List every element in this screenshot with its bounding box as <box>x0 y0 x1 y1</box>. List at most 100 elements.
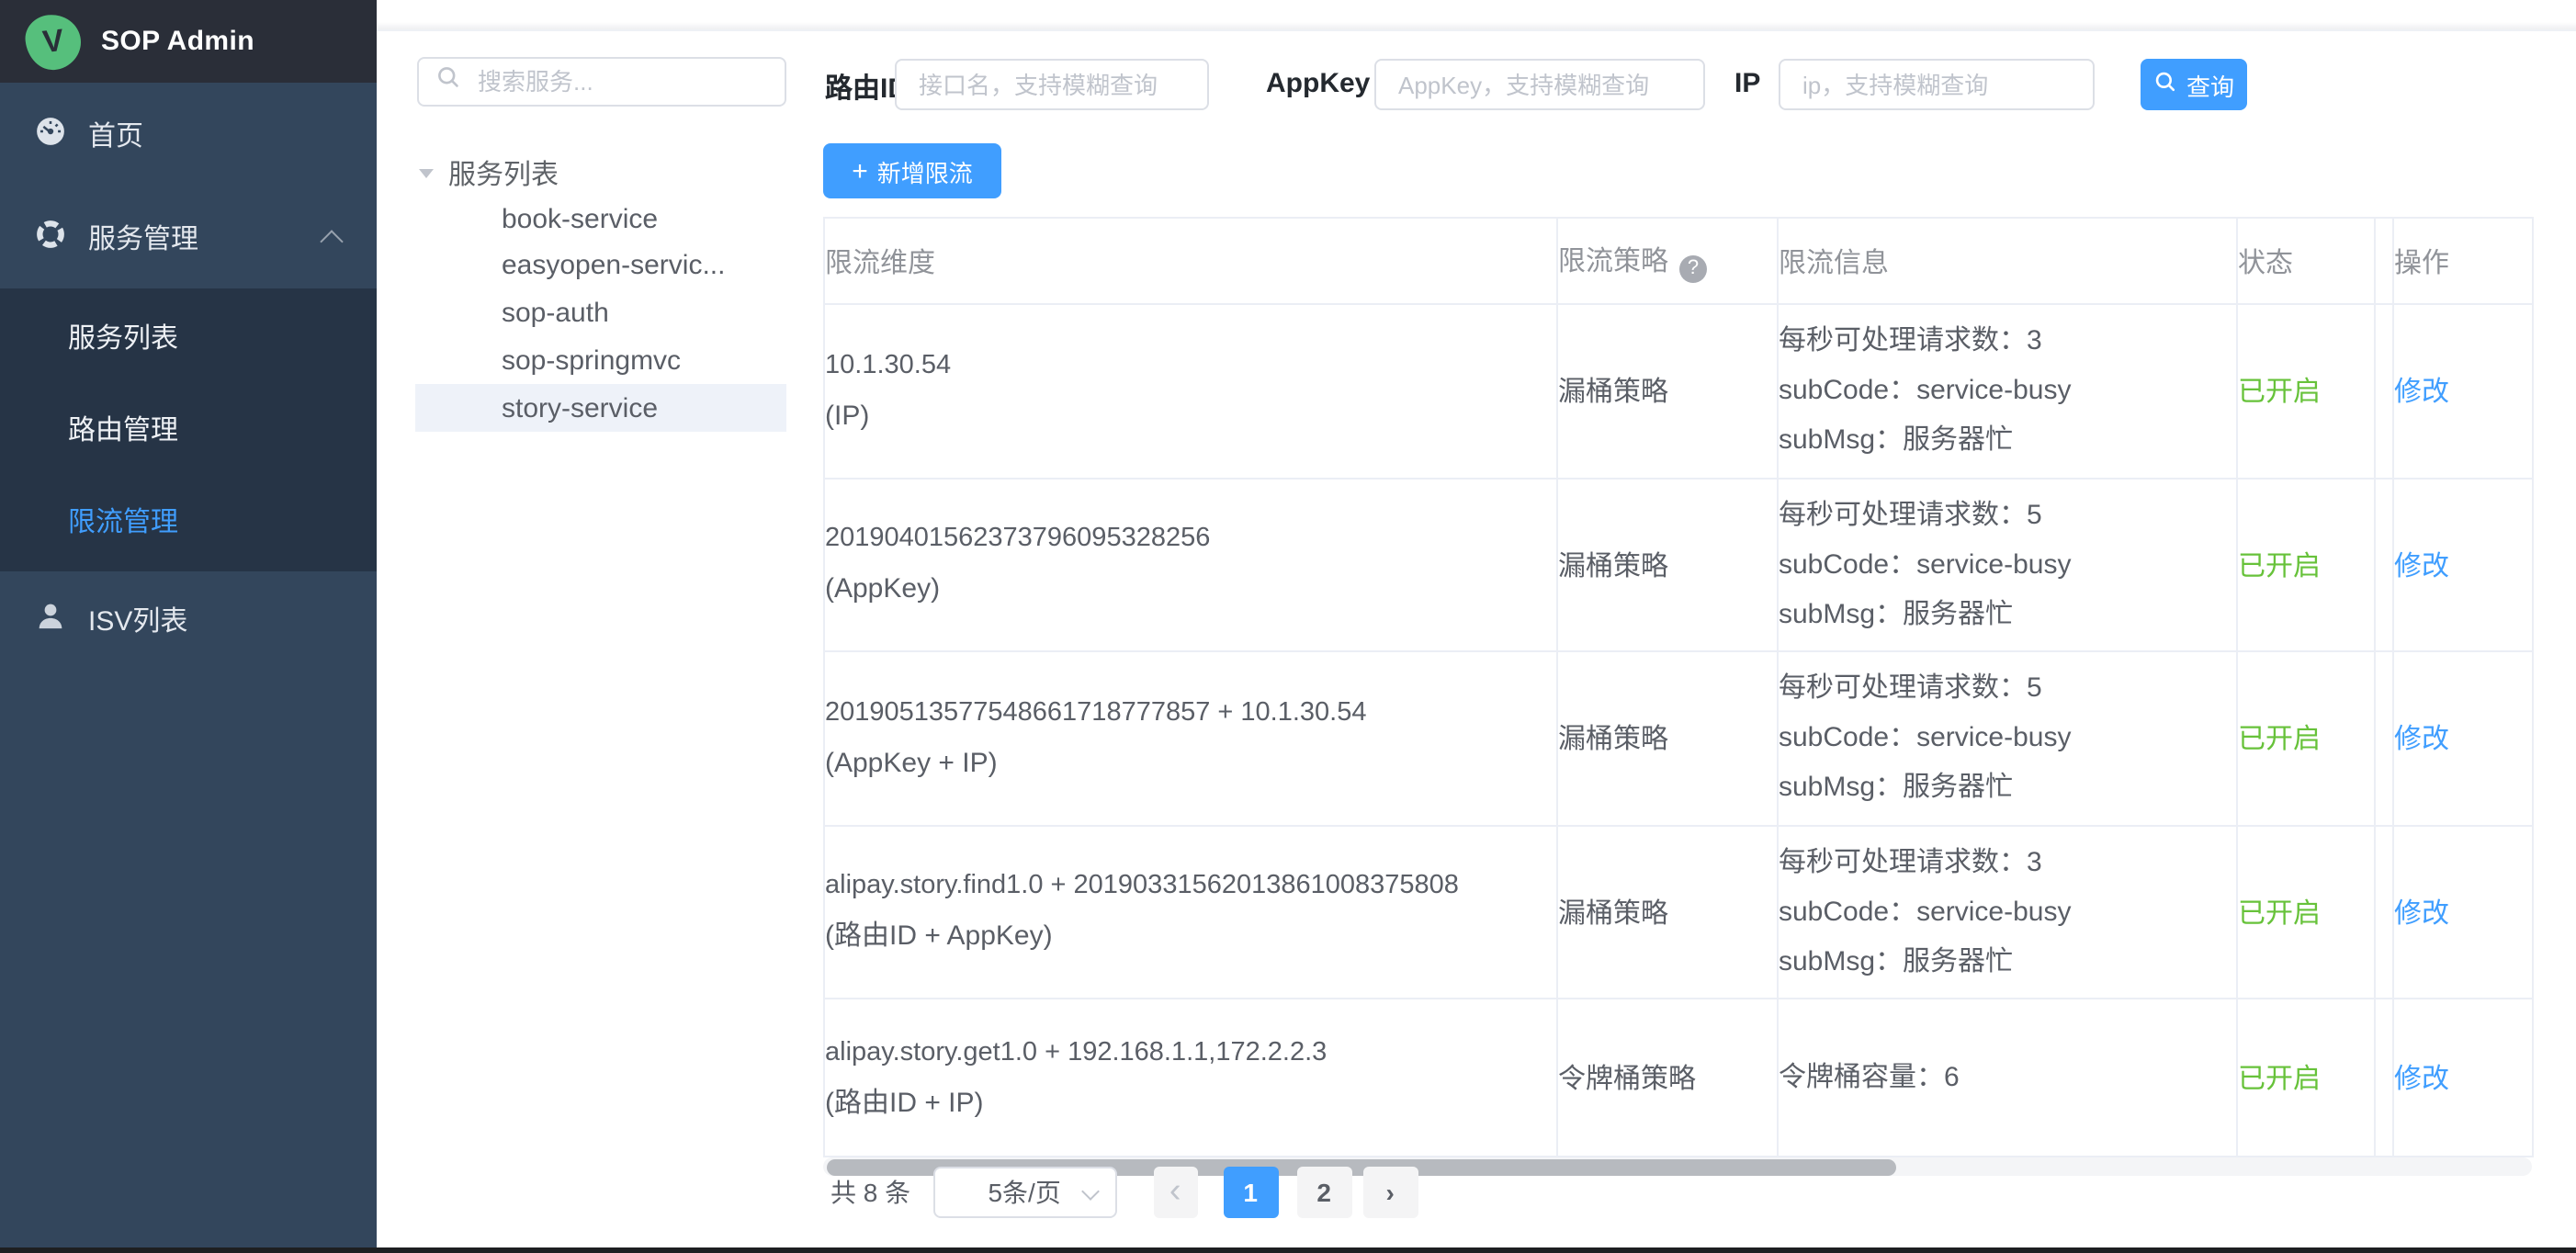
tree-node-sop-springmvc[interactable]: sop-springmvc <box>415 336 786 384</box>
plus-icon: + <box>852 155 868 186</box>
edit-link[interactable]: 修改 <box>2394 551 2449 582</box>
cell-status: 已开启 <box>2237 825 2375 999</box>
question-icon[interactable]: ? <box>1679 254 1707 282</box>
status-badge: 已开启 <box>2238 551 2321 582</box>
ip-label: IP <box>1734 68 1760 99</box>
cell-dimension: alipay.story.get1.0 + 192.168.1.1,172.2.… <box>824 999 1557 1157</box>
pagination: 共 8 条 5条/页 ‹ 1 2 › <box>830 1167 1418 1218</box>
sidebar-item-label: ISV列表 <box>88 601 187 639</box>
app-window: V SOP Admin 首页 服务管理 服务列表 <box>0 0 2576 1253</box>
appkey-label: AppKey <box>1266 68 1370 99</box>
edit-link[interactable]: 修改 <box>2394 1064 2449 1095</box>
next-page-button[interactable]: › <box>1362 1167 1418 1218</box>
cell-strategy: 令牌桶策略 <box>1557 999 1778 1157</box>
table-row: 20190513577548661718777857 + 10.1.30.54 … <box>824 651 2533 825</box>
add-rate-limit-label: 新增限流 <box>877 153 973 188</box>
sidebar-item-home[interactable]: 首页 <box>0 83 377 186</box>
sidebar-item-isv-list[interactable]: ISV列表 <box>0 571 377 669</box>
tree-node-label: book-service <box>502 203 658 234</box>
edit-link[interactable]: 修改 <box>2394 378 2449 409</box>
tree-node-story-service[interactable]: story-service <box>415 384 786 432</box>
dimension-text: alipay.story.find1.0 + 20190331562013861… <box>825 863 1556 912</box>
header-action: 操作 <box>2393 218 2533 304</box>
sidebar-subitem-label: 路由管理 <box>68 409 178 447</box>
dimension-type-text: (路由ID + AppKey) <box>825 912 1556 962</box>
cell-action: 修改 <box>2393 478 2533 651</box>
cell-info: 每秒可处理请求数：5subCode：service-busysubMsg：服务器… <box>1778 651 2237 825</box>
pagination-total: 共 8 条 <box>830 1174 910 1211</box>
cell-action: 修改 <box>2393 999 2533 1157</box>
sidebar-submenu: 服务列表 路由管理 限流管理 <box>0 288 377 571</box>
tree-root-service-list[interactable]: 服务列表 <box>419 149 559 197</box>
dimension-type-text: (IP) <box>825 391 1556 441</box>
tree-node-easyopen-service[interactable]: easyopen-servic... <box>415 241 786 288</box>
tree-node-sop-auth[interactable]: sop-auth <box>415 288 786 336</box>
table-row: alipay.story.get1.0 + 192.168.1.1,172.2.… <box>824 999 2533 1157</box>
cell-scrollbar-gutter <box>2375 825 2393 999</box>
sidebar-subitem-label: 服务列表 <box>68 317 178 356</box>
ip-input[interactable] <box>1779 59 2095 110</box>
service-search-box <box>417 57 786 107</box>
dimension-type-text: (路由ID + IP) <box>825 1078 1556 1127</box>
table-header-row: 限流维度 限流策略? 限流信息 状态 操作 <box>824 218 2533 304</box>
search-icon <box>2153 70 2177 99</box>
rate-limit-info-line: 令牌桶容量：6 <box>1779 1053 2236 1102</box>
appkey-input[interactable] <box>1374 59 1705 110</box>
prev-page-button[interactable]: ‹ <box>1153 1167 1197 1218</box>
header-strategy: 限流策略? <box>1557 218 1778 304</box>
edit-link[interactable]: 修改 <box>2394 725 2449 756</box>
sidebar-item-rate-limit-management[interactable]: 限流管理 <box>0 474 377 566</box>
status-badge: 已开启 <box>2238 898 2321 930</box>
navbar-bottom-shadow <box>377 22 2576 31</box>
rate-limit-info-line: subCode：service-busy <box>1779 714 2236 763</box>
sidebar-item-service-management[interactable]: 服务管理 <box>0 186 377 288</box>
dimension-type-text: (AppKey + IP) <box>825 739 1556 788</box>
cell-info: 每秒可处理请求数：3subCode：service-busysubMsg：服务器… <box>1778 304 2237 478</box>
sidebar: V SOP Admin 首页 服务管理 服务列表 <box>0 0 377 1253</box>
search-button[interactable]: 查询 <box>2141 59 2247 110</box>
app-logo: V <box>23 11 84 72</box>
dimension-text: 20190513577548661718777857 + 10.1.30.54 <box>825 689 1556 739</box>
dimension-text: 10.1.30.54 <box>825 342 1556 391</box>
service-search-input[interactable] <box>474 66 805 97</box>
cell-info: 令牌桶容量：6 <box>1778 999 2237 1157</box>
rate-limit-info-line: 每秒可处理请求数：3 <box>1779 317 2236 367</box>
status-badge: 已开启 <box>2238 725 2321 756</box>
tree-node-label: easyopen-servic... <box>502 249 725 280</box>
rate-limit-info-line: 每秒可处理请求数：5 <box>1779 491 2236 540</box>
cell-dimension: alipay.story.find1.0 + 20190331562013861… <box>824 825 1557 999</box>
sidebar-item-service-list[interactable]: 服务列表 <box>0 290 377 382</box>
page-size-select[interactable]: 5条/页 <box>932 1167 1116 1218</box>
cell-strategy: 漏桶策略 <box>1557 651 1778 825</box>
rate-limit-info-line: subCode：service-busy <box>1779 540 2236 590</box>
status-badge: 已开启 <box>2238 378 2321 409</box>
cell-scrollbar-gutter <box>2375 304 2393 478</box>
page-size-value: 5条/页 <box>988 1174 1060 1211</box>
dashboard-icon <box>35 115 66 153</box>
cell-info: 每秒可处理请求数：3subCode：service-busysubMsg：服务器… <box>1778 825 2237 999</box>
table-row: 20190401562373796095328256 (AppKey) 漏桶策略… <box>824 478 2533 651</box>
user-icon <box>35 601 66 639</box>
app-logo-letter: V <box>41 22 66 61</box>
search-button-label: 查询 <box>2186 67 2234 102</box>
add-rate-limit-button[interactable]: + 新增限流 <box>823 143 1001 198</box>
edit-link[interactable]: 修改 <box>2394 898 2449 930</box>
table-row: 10.1.30.54 (IP) 漏桶策略 每秒可处理请求数：3subCode：s… <box>824 304 2533 478</box>
dimension-text: alipay.story.get1.0 + 192.168.1.1,172.2.… <box>825 1028 1556 1078</box>
cell-action: 修改 <box>2393 304 2533 478</box>
header-scrollbar-gutter <box>2375 218 2393 304</box>
sidebar-item-label: 首页 <box>88 115 143 153</box>
cell-action: 修改 <box>2393 651 2533 825</box>
route-id-input[interactable] <box>895 59 1209 110</box>
header-info: 限流信息 <box>1778 218 2237 304</box>
search-icon <box>435 64 461 99</box>
rate-limit-info-line: subMsg：服务器忙 <box>1779 590 2236 639</box>
sidebar-item-route-management[interactable]: 路由管理 <box>0 382 377 474</box>
page-button-1[interactable]: 1 <box>1223 1167 1278 1218</box>
chevron-down-icon <box>1080 1182 1099 1201</box>
page-button-2[interactable]: 2 <box>1296 1167 1351 1218</box>
cell-status: 已开启 <box>2237 478 2375 651</box>
tree-node-book-service[interactable]: book-service <box>415 195 786 243</box>
cell-info: 每秒可处理请求数：5subCode：service-busysubMsg：服务器… <box>1778 478 2237 651</box>
caret-down-icon <box>419 168 434 177</box>
